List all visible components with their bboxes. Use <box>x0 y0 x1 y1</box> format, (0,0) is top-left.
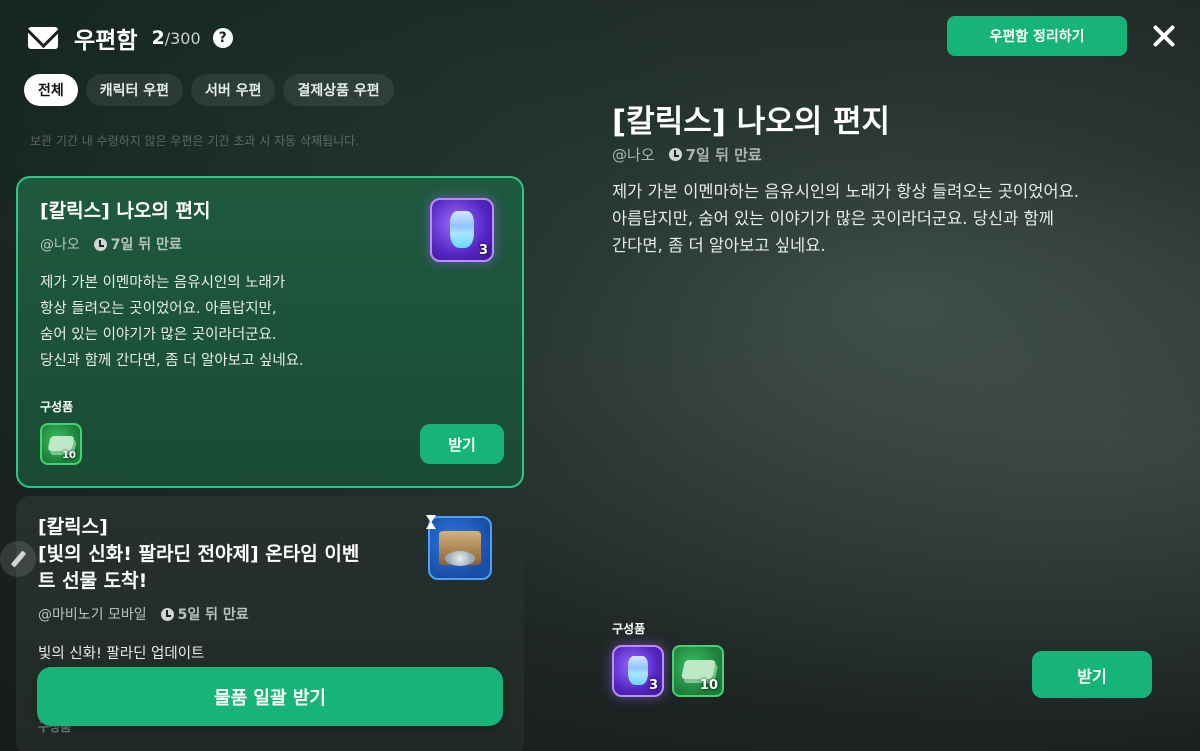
detail-body-line: 제가 가본 이멘마하는 음유시인의 노래가 항상 들려오는 곳이었어요. <box>612 182 1079 201</box>
receive-button[interactable]: 받기 <box>420 424 504 464</box>
tab-character-mail[interactable]: 캐릭터 우편 <box>85 74 184 106</box>
tab-all[interactable]: 전체 <box>24 74 78 106</box>
mail-title-line: 트 선물 도착! <box>38 570 148 592</box>
mail-card-selected[interactable]: [칼릭스] 나오의 편지 @나오 7일 뒤 만료 제가 가본 이멘마하는 음유시… <box>16 176 524 488</box>
tab-purchase-mail[interactable]: 결제상품 우편 <box>283 74 394 106</box>
page-title: 우편함 <box>74 28 138 54</box>
mail-title-line: [빛의 신화! 팔라딘 전야제] 온타임 이벤 <box>38 543 360 565</box>
detail-sender: @나오 <box>612 146 655 164</box>
item-quantity: 3 <box>648 678 658 693</box>
clock-icon <box>160 607 174 621</box>
mailbox-header: 우편함 2 /300 ? <box>28 20 233 56</box>
mail-meta: @마비노기 모바일 5일 뒤 만료 <box>38 604 249 624</box>
mail-expiry: 7일 뒤 만료 <box>110 237 182 253</box>
detail-receive-button[interactable]: 받기 <box>1032 651 1152 698</box>
mail-count-max: /300 <box>164 28 201 48</box>
potion-icon <box>628 655 648 686</box>
item-quantity: 3 <box>478 243 488 258</box>
mail-meta: @나오 7일 뒤 만료 <box>40 234 182 254</box>
mail-expiry: 5일 뒤 만료 <box>177 607 249 623</box>
detail-body-line: 간다면, 좀 더 알아보고 싶네요. <box>612 236 826 255</box>
mail-body: 제가 가본 이멘마하는 음유시인의 노래가 항상 들려오는 곳이었어요. 아름답… <box>40 270 304 374</box>
clock-icon <box>668 148 682 161</box>
organize-mailbox-button[interactable]: 우편함 정리하기 <box>947 16 1127 56</box>
mail-body-line: 항상 들려오는 곳이었어요. 아름답지만, <box>40 301 277 317</box>
mail-count: 2 <box>151 27 165 49</box>
mail-body-line: 숨어 있는 이야기가 많은 곳이라더군요. <box>40 327 277 343</box>
detail-expiry: 7일 뒤 만료 <box>685 146 762 164</box>
potion-item-icon[interactable]: 3 <box>430 198 494 262</box>
mail-sender: @마비노기 모바일 <box>38 607 147 623</box>
detail-body-line: 아름답지만, 숨어 있는 이야기가 많은 곳이라더군요. 당신과 함께 <box>612 209 1054 228</box>
mail-title-line: [칼릭스] <box>38 516 108 538</box>
potion-icon <box>450 210 474 248</box>
treasure-box-item-icon[interactable] <box>428 516 492 580</box>
coins-icon <box>445 551 475 566</box>
pencil-icon[interactable] <box>0 541 36 577</box>
help-icon[interactable]: ? <box>212 28 233 48</box>
detail-meta: @나오 7일 뒤 만료 <box>612 144 762 165</box>
mail-body-line: 당신과 함께 간다면, 좀 더 알아보고 싶네요. <box>40 353 304 369</box>
mail-sender: @나오 <box>40 237 80 253</box>
mail-title: [칼릭스] 나오의 편지 <box>40 200 211 222</box>
bulk-receive-button[interactable]: 물품 일괄 받기 <box>37 667 503 726</box>
detail-potion-item[interactable]: 3 <box>612 645 664 697</box>
detail-title: [칼릭스] 나오의 편지 <box>612 104 891 140</box>
detail-components-label: 구성품 <box>612 622 646 636</box>
item-quantity: 10 <box>62 450 76 461</box>
tab-server-mail[interactable]: 서버 우편 <box>191 74 276 106</box>
cash-icon <box>47 435 75 451</box>
detail-body: 제가 가본 이멘마하는 음유시인의 노래가 항상 들려오는 곳이었어요. 아름답… <box>612 178 1172 259</box>
close-icon[interactable] <box>1148 20 1180 52</box>
mail-body: 빛의 신화! 팔라딘 업데이트 <box>38 646 205 662</box>
envelope-icon <box>28 27 58 49</box>
detail-cash-item[interactable]: 10 <box>672 645 724 697</box>
cash-item-icon[interactable]: 10 <box>40 423 82 465</box>
clock-icon <box>93 237 107 251</box>
mail-body-line: 제가 가본 이멘마하는 음유시인의 노래가 <box>40 275 286 291</box>
mail-title: [칼릭스] [빛의 신화! 팔라딘 전야제] 온타임 이벤 트 선물 도착! <box>38 514 359 595</box>
item-quantity: 10 <box>699 678 718 693</box>
retention-notice: 보관 기간 내 수령하지 않은 우편은 기간 초과 시 자동 삭제됩니다. <box>30 134 360 148</box>
cash-icon <box>680 660 716 680</box>
mail-tabs: 전체 캐릭터 우편 서버 우편 결제상품 우편 <box>24 74 394 106</box>
components-label: 구성품 <box>40 400 74 414</box>
